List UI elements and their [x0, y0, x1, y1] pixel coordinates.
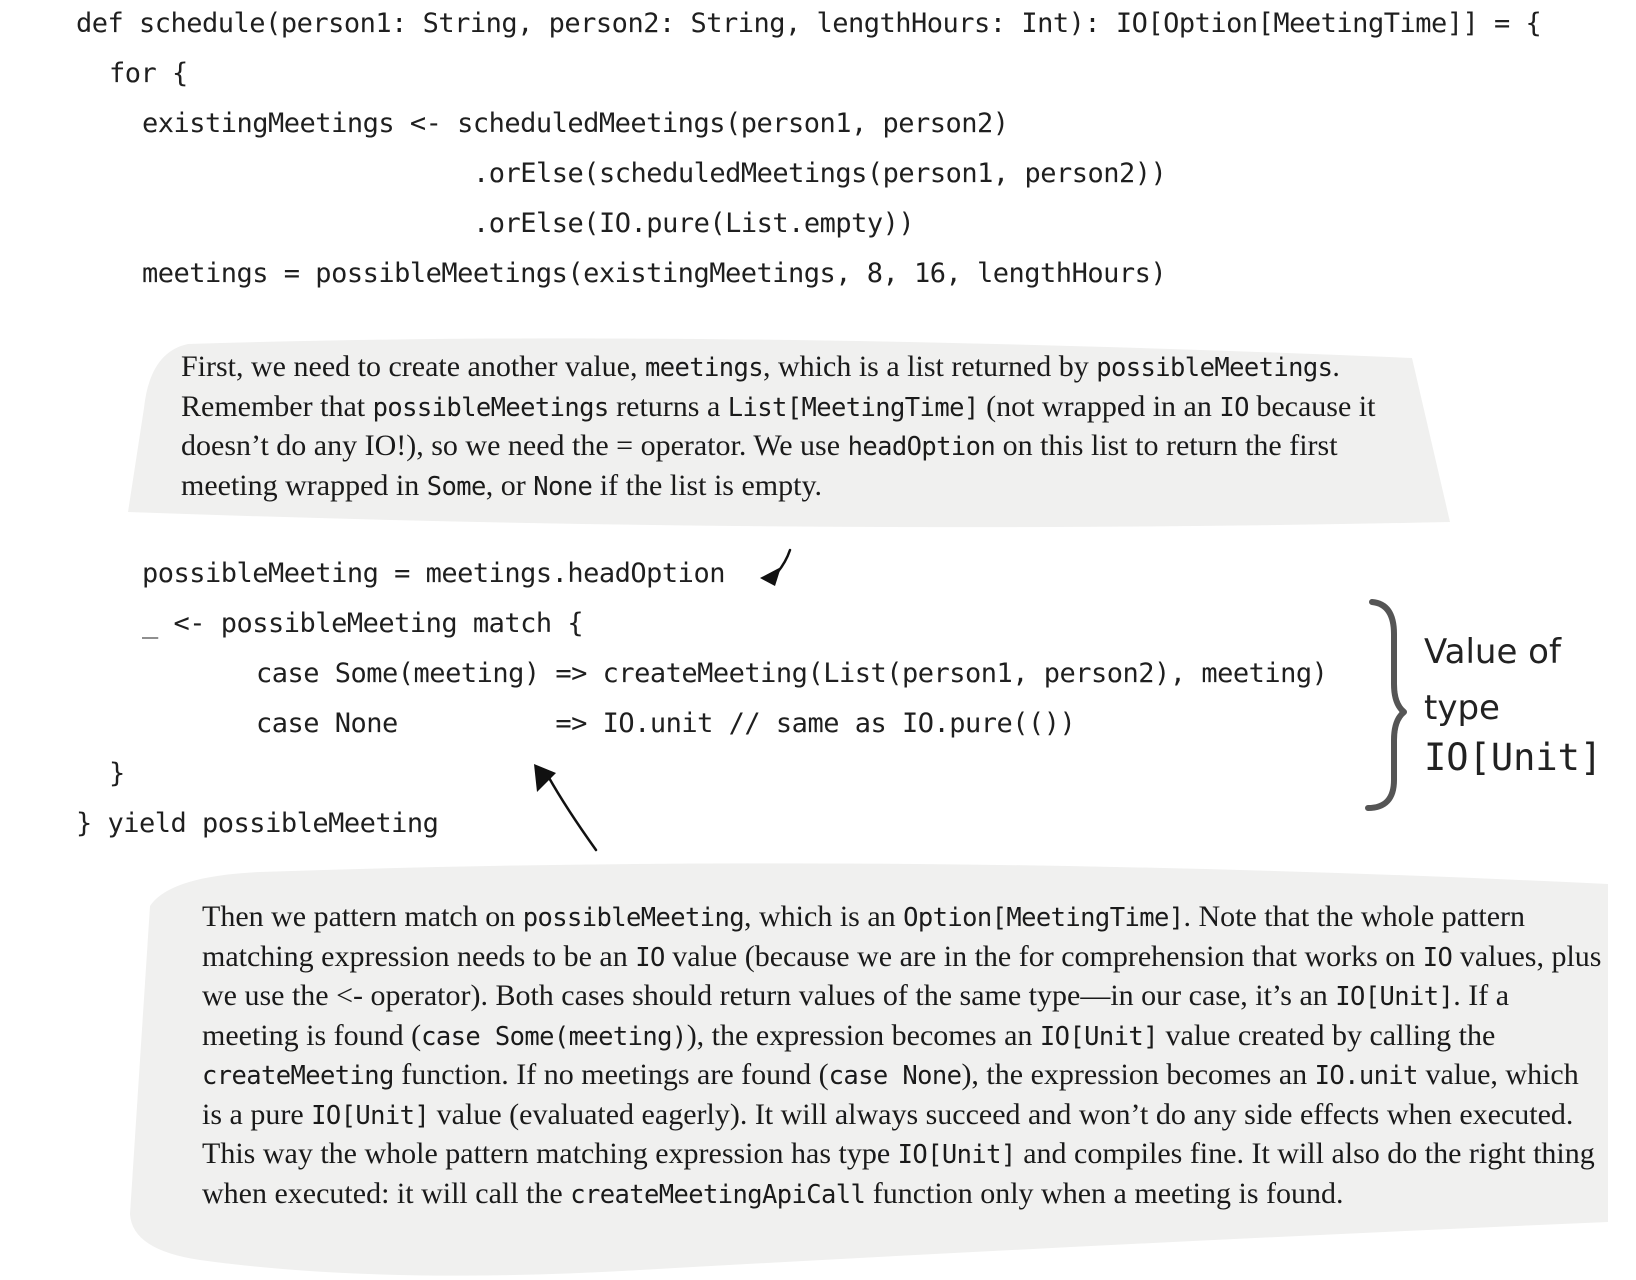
callout-meetings-explanation: First, we need to create another value, … — [181, 348, 1421, 506]
arrow-icon — [546, 774, 598, 852]
code-line-or-else-2: .orElse(IO.pure(List.empty)) — [473, 208, 915, 239]
code-line-yield: } yield possibleMeeting — [76, 808, 439, 839]
annotation-type: type — [1424, 688, 1500, 728]
callout-2-text: Then we pattern match on possibleMeeting… — [202, 900, 1602, 1210]
callout-pattern-match-explanation: Then we pattern match on possibleMeeting… — [202, 898, 1602, 1214]
curly-brace-icon — [1365, 599, 1407, 811]
code-line-def: def schedule(person1: String, person2: S… — [76, 8, 1542, 39]
small-arrow-icon — [760, 567, 781, 586]
code-line-case-some: case Some(meeting) => createMeeting(List… — [256, 658, 1328, 689]
small-arrow-tail-icon — [775, 548, 792, 575]
annotation-io-unit: IO[Unit] — [1424, 736, 1603, 779]
code-line-for: for { — [109, 58, 188, 89]
code-line-close-match: } — [109, 758, 125, 789]
annotation-value-of: Value of — [1424, 632, 1561, 672]
callout-1-text: First, we need to create another value, … — [181, 350, 1376, 502]
code-line-case-none: case None => IO.unit // same as IO.pure(… — [256, 708, 1076, 739]
code-line-possible-meeting: possibleMeeting = meetings.headOption — [142, 558, 725, 589]
code-line-or-else-1: .orElse(scheduledMeetings(person1, perso… — [473, 158, 1167, 189]
code-line-meetings: meetings = possibleMeetings(existingMeet… — [142, 258, 1167, 289]
code-line-match: _ <- possibleMeeting match { — [142, 608, 584, 639]
code-line-existing-meetings: existingMeetings <- scheduledMeetings(pe… — [142, 108, 1009, 139]
arrow-head-icon — [534, 764, 556, 792]
